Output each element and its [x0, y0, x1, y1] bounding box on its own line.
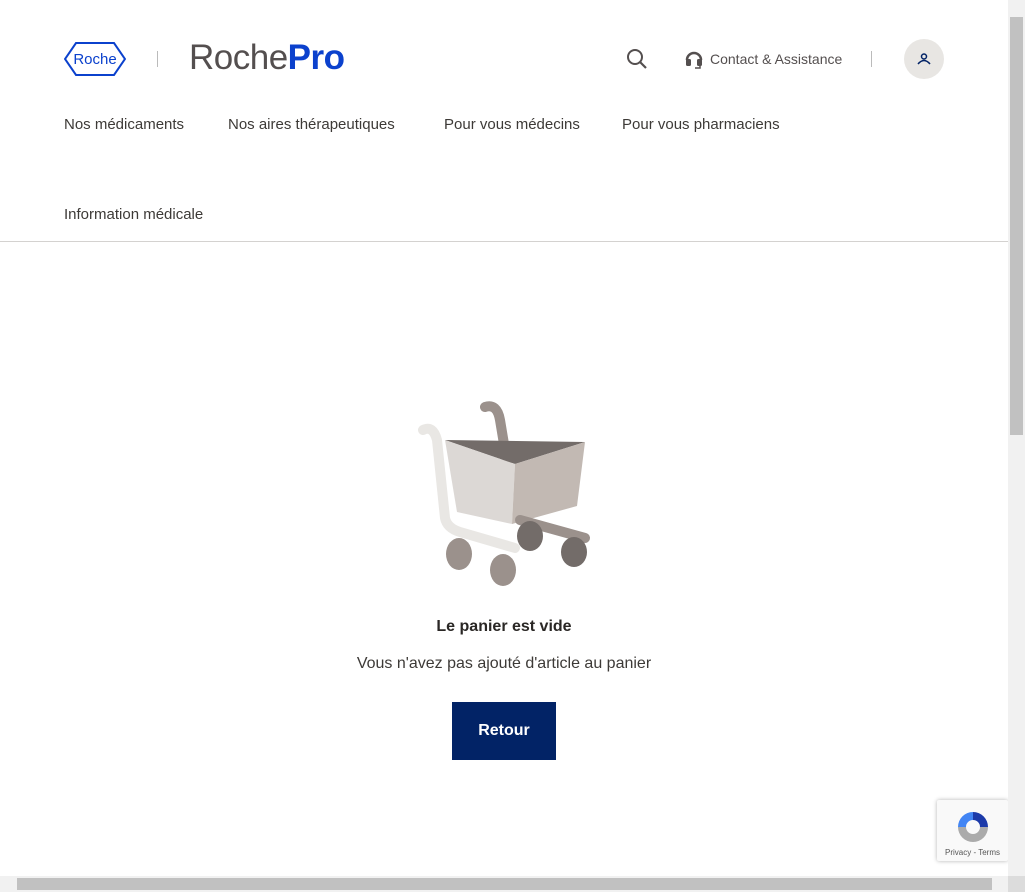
brand-pro: Pro [287, 38, 345, 77]
nav-pharmaciens[interactable]: Pour vous pharmaciens [622, 116, 780, 133]
contact-assistance-link[interactable]: Contact & Assistance [684, 48, 842, 70]
scrollbar-corner [1008, 876, 1025, 892]
rochepro-brand[interactable]: RochePro [189, 38, 345, 78]
headset-icon [685, 51, 703, 69]
scrollbar-thumb[interactable] [17, 878, 992, 890]
contact-label: Contact & Assistance [710, 51, 843, 67]
user-icon [917, 53, 931, 65]
divider [157, 51, 158, 67]
brand-text: Roche [189, 38, 288, 77]
empty-cart-title: Le panier est vide [436, 618, 572, 635]
recaptcha-icon [957, 812, 988, 842]
account-button[interactable] [904, 39, 944, 79]
empty-cart-illustration [418, 401, 590, 586]
svg-text:Roche: Roche [73, 51, 116, 68]
scrollbar-thumb[interactable] [1010, 17, 1023, 435]
divider [871, 51, 872, 67]
empty-cart-message: Vous n'avez pas ajouté d'article au pani… [356, 655, 652, 672]
nav-information-medicale[interactable]: Information médicale [64, 206, 203, 223]
search-icon[interactable] [626, 48, 648, 75]
vertical-scrollbar[interactable] [1008, 0, 1025, 876]
nav-medecins[interactable]: Pour vous médecins [444, 116, 580, 133]
roche-logo[interactable]: Roche [63, 42, 127, 81]
nav-nos-medicaments[interactable]: Nos médicaments [64, 116, 184, 133]
nav-aires-therapeutiques[interactable]: Nos aires thérapeutiques [228, 116, 395, 133]
horizontal-scrollbar[interactable] [0, 876, 1008, 892]
site-header: Roche RochePro Contact & Assistance Nos … [0, 0, 1008, 242]
recaptcha-badge[interactable]: Privacy - Terms [937, 800, 1008, 861]
back-button[interactable]: Retour [452, 702, 556, 760]
recaptcha-links[interactable]: Privacy - Terms [937, 848, 1008, 857]
